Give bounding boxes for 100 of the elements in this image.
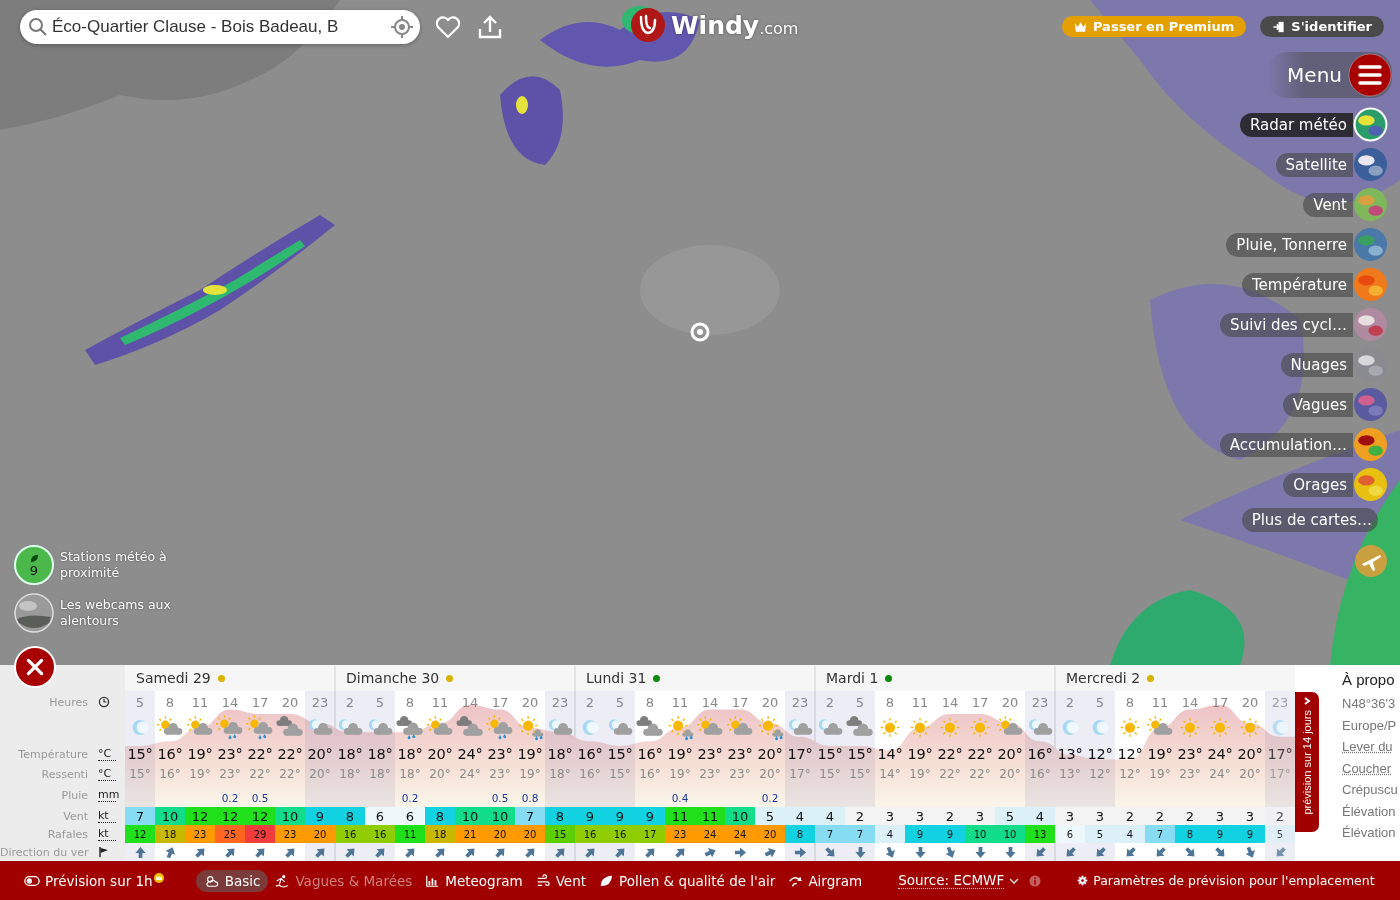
hour-cell-text: 20 bbox=[1000, 693, 1020, 712]
gust-cell: 13 bbox=[1025, 825, 1055, 843]
hour-cell-text: 20 bbox=[280, 693, 300, 712]
feels-like-cell-text: 19° bbox=[1148, 766, 1172, 783]
gear-icon bbox=[1077, 875, 1089, 886]
layer-label[interactable]: Orages bbox=[1283, 472, 1353, 497]
map-thumbnail-icon[interactable] bbox=[1353, 267, 1388, 302]
temperature-cell-text: 23° bbox=[216, 745, 244, 764]
rain-cell: 0.2 bbox=[761, 792, 779, 804]
hour-cell-text: 23 bbox=[310, 693, 330, 712]
map-thumbnail-icon[interactable] bbox=[1353, 187, 1388, 222]
gust-cell: 9 bbox=[1205, 825, 1235, 843]
map-thumbnail-icon[interactable] bbox=[1353, 307, 1388, 342]
temperature-cell-text: 15° bbox=[846, 745, 874, 764]
day-label[interactable]: Mercredi 2 bbox=[1066, 670, 1141, 686]
wind-cell: 3 bbox=[875, 807, 905, 825]
view-tab[interactable]: Airgram bbox=[781, 869, 869, 892]
info-link[interactable]: Coucher bbox=[1342, 757, 1400, 779]
gust-cell: 23 bbox=[185, 825, 215, 843]
feels-like-cell-text: 18° bbox=[368, 766, 392, 783]
layer-label[interactable]: Plus de cartes… bbox=[1241, 508, 1378, 532]
gust-cell: 24 bbox=[695, 825, 725, 843]
wind-cell: 3 bbox=[905, 807, 935, 825]
location-marker-icon[interactable] bbox=[689, 321, 711, 343]
leaf-icon bbox=[28, 552, 40, 564]
view-tab[interactable]: Meteogram bbox=[418, 869, 529, 892]
airplane-icon[interactable] bbox=[1354, 544, 1388, 578]
info-link[interactable]: Lever du bbox=[1342, 736, 1400, 758]
feels-like-cell-text: 20° bbox=[758, 766, 782, 783]
hour-cell-text: 23 bbox=[550, 693, 570, 712]
info-title: À propo bbox=[1342, 670, 1396, 690]
webcam-thumbnail-icon[interactable] bbox=[14, 593, 54, 633]
feels-like-cell-text: 20° bbox=[998, 766, 1022, 783]
gust-cell: 11 bbox=[395, 825, 425, 843]
layer-label[interactable]: Pluie, Tonnerre bbox=[1226, 232, 1353, 257]
hour-cell-text: 5 bbox=[1094, 693, 1106, 712]
feels-like-cell-text: 24° bbox=[458, 766, 482, 783]
temperature-cell-text: 17° bbox=[1266, 745, 1294, 764]
map-thumbnail-icon[interactable] bbox=[1353, 147, 1388, 182]
unit-label[interactable]: kt bbox=[98, 809, 116, 823]
flag-icon bbox=[98, 846, 110, 858]
wind-cell: 10 bbox=[485, 807, 515, 825]
login-button[interactable]: S'identifier bbox=[1260, 16, 1384, 37]
info-text: N48°36'3 bbox=[1342, 695, 1397, 713]
hour-cell-text: 17 bbox=[250, 693, 270, 712]
layer-label[interactable]: Nuages bbox=[1280, 352, 1353, 377]
map-thumbnail-icon[interactable] bbox=[1353, 107, 1388, 142]
gust-cell: 7 bbox=[1145, 825, 1175, 843]
temperature-cell-text: 13° bbox=[1056, 745, 1084, 764]
day-label[interactable]: Mardi 1 bbox=[826, 670, 879, 686]
view-tab[interactable]: Vent bbox=[528, 869, 592, 892]
hourly-toggle[interactable]: Prévision sur 1h bbox=[18, 869, 170, 892]
share-icon[interactable] bbox=[476, 13, 504, 41]
layer-label[interactable]: Suivi des cycl… bbox=[1220, 312, 1353, 337]
forecast-settings-button[interactable]: Paramètres de prévision pour l'emplacement bbox=[1071, 870, 1381, 891]
gust-cell: 20 bbox=[305, 825, 335, 843]
day-label[interactable]: Lundi 31 bbox=[586, 670, 647, 686]
map-thumbnail-icon[interactable] bbox=[1353, 227, 1388, 262]
bar-chart-icon bbox=[424, 873, 441, 888]
day-label[interactable]: Samedi 29 bbox=[136, 670, 211, 686]
long-forecast-tab[interactable]: prévision sur 14 jours bbox=[1295, 692, 1319, 832]
feels-like-cell-text: 17° bbox=[1268, 766, 1292, 783]
caret-icon bbox=[1009, 875, 1020, 886]
map-thumbnail-icon[interactable] bbox=[1353, 467, 1388, 502]
temperature-cell-text: 19° bbox=[666, 745, 694, 764]
feels-like-cell-text: 18° bbox=[338, 766, 362, 783]
hour-cell-text: 23 bbox=[1270, 693, 1290, 712]
temperature-cell-text: 16° bbox=[1026, 745, 1054, 764]
info-icon[interactable] bbox=[1029, 874, 1042, 887]
feels-like-cell-text: 16° bbox=[638, 766, 662, 783]
temperature-cell-text: 22° bbox=[276, 745, 304, 764]
hour-cell-text: 2 bbox=[1064, 693, 1076, 712]
unit-label[interactable]: °C bbox=[98, 767, 116, 781]
gust-cell: 18 bbox=[425, 825, 455, 843]
menu-button[interactable]: Menu bbox=[1267, 52, 1392, 98]
row-label: Ressenti bbox=[40, 767, 88, 781]
layer-label[interactable]: Satellite bbox=[1275, 152, 1353, 177]
info-text: Crépuscu bbox=[1342, 781, 1399, 799]
heart-icon[interactable] bbox=[434, 13, 462, 41]
locate-icon[interactable] bbox=[390, 15, 414, 39]
view-tab[interactable]: Pollen & qualité de l'air bbox=[592, 869, 782, 892]
leaf-icon bbox=[598, 873, 614, 888]
hour-cell-text: 20 bbox=[1240, 693, 1260, 712]
layer-label[interactable]: Accumulation… bbox=[1219, 432, 1353, 457]
map-thumbnail-icon[interactable] bbox=[1353, 427, 1388, 462]
temperature-cell-text: 23° bbox=[486, 745, 514, 764]
unit-label[interactable]: °C bbox=[98, 747, 116, 761]
wind-cell: 3 bbox=[1205, 807, 1235, 825]
layer-label[interactable]: Vent bbox=[1303, 192, 1353, 217]
layer-label[interactable]: Température bbox=[1241, 272, 1353, 297]
hour-cell-text: 20 bbox=[520, 693, 540, 712]
view-tab[interactable]: Basic bbox=[195, 869, 269, 892]
row-label: Température bbox=[17, 747, 88, 761]
source-dropdown[interactable]: Source: ECMWF bbox=[892, 869, 1026, 892]
layer-label[interactable]: Vagues bbox=[1282, 392, 1353, 417]
unit-label[interactable]: kt bbox=[98, 827, 116, 841]
day-label[interactable]: Dimanche 30 bbox=[346, 670, 440, 686]
search-field[interactable]: Éco-Quartier Clause - Bois Badeau, B bbox=[20, 10, 420, 44]
hour-cell-text: 17 bbox=[970, 693, 990, 712]
map-thumbnail-icon[interactable] bbox=[1353, 387, 1388, 422]
